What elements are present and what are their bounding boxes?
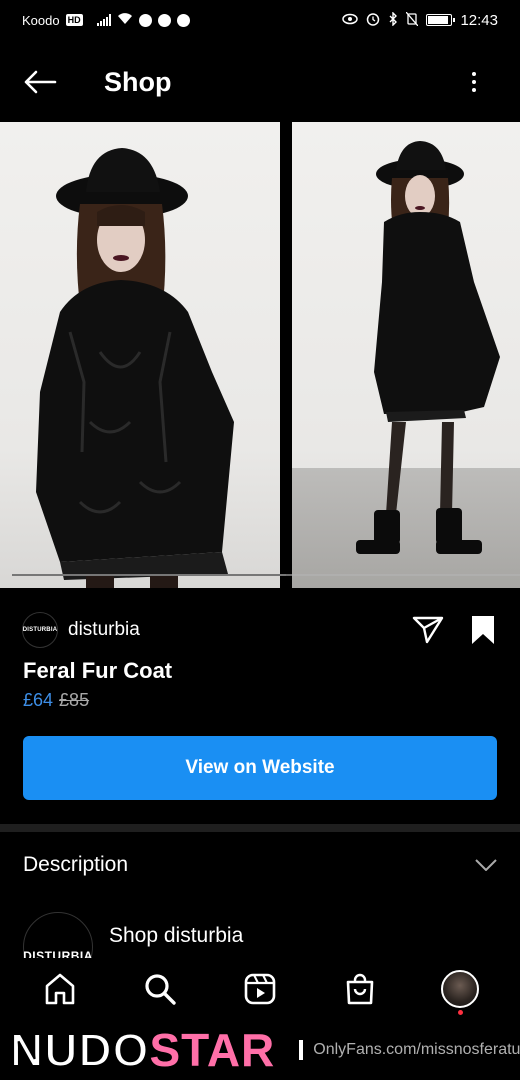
watermark-bar: NUDOSTAR OnlyFans.com/missnosferatu xyxy=(0,1020,520,1080)
network-badge: HD xyxy=(65,14,83,26)
watermark-brand-part1: NUDO xyxy=(9,1023,150,1077)
nav-search[interactable] xyxy=(134,963,186,1015)
watermark-brand: NUDOSTAR xyxy=(9,1023,276,1077)
view-on-website-button[interactable]: View on Website xyxy=(23,736,497,800)
gallery-scroll-track xyxy=(12,574,520,576)
notification-dot xyxy=(458,1010,463,1015)
price-original: £85 xyxy=(59,690,90,710)
shop-link-label: Shop disturbia xyxy=(109,924,244,947)
save-button[interactable] xyxy=(468,612,498,648)
messenger-icon xyxy=(138,13,152,27)
bottom-nav xyxy=(0,958,520,1020)
watermark-url: OnlyFans.com/missnosferatu xyxy=(313,1041,520,1058)
product-gallery[interactable] xyxy=(0,122,520,588)
shopping-bag-icon xyxy=(346,973,374,1005)
status-left: Koodo HD xyxy=(22,12,190,28)
nav-shop[interactable] xyxy=(334,963,386,1015)
bluetooth-icon xyxy=(388,10,398,29)
clock-time: 12:43 xyxy=(460,11,498,29)
app-header: Shop xyxy=(0,52,520,112)
price-sale: £64 xyxy=(23,690,54,710)
description-label: Description xyxy=(23,853,129,876)
gallery-scroll-thumb xyxy=(12,574,287,576)
share-button[interactable] xyxy=(410,612,446,648)
more-dots-icon xyxy=(472,72,476,76)
status-bar: Koodo HD 12:43 xyxy=(0,0,520,40)
search-icon xyxy=(145,974,176,1005)
seller-avatar-text: DISTURBIA xyxy=(22,627,58,633)
seller-name[interactable]: disturbia xyxy=(68,619,140,641)
profile-avatar xyxy=(441,970,479,1008)
eye-icon xyxy=(342,13,359,28)
page-title: Shop xyxy=(104,66,172,97)
product-photo-1[interactable] xyxy=(0,122,280,588)
price-row: £64 £85 xyxy=(23,690,89,711)
reels-icon xyxy=(244,973,276,1005)
alarm-icon xyxy=(366,12,380,29)
nav-recents-icon[interactable] xyxy=(299,1040,304,1060)
status-right: 12:43 xyxy=(342,10,498,29)
product-photo-2[interactable] xyxy=(292,122,520,588)
carrier-label: Koodo xyxy=(22,12,60,28)
mute-icon xyxy=(405,11,419,29)
home-icon xyxy=(45,973,75,1005)
description-row[interactable]: Description xyxy=(23,842,497,888)
watermark-brand-part2: STAR xyxy=(149,1024,276,1076)
seller-row: DISTURBIA disturbia xyxy=(22,610,498,650)
signal-icon xyxy=(96,14,111,26)
section-divider xyxy=(0,824,520,832)
product-title: Feral Fur Coat xyxy=(23,658,173,683)
nav-home[interactable] xyxy=(34,963,86,1015)
model-figure-1 xyxy=(36,148,234,588)
more-options-button[interactable] xyxy=(462,62,486,102)
nav-profile[interactable] xyxy=(434,963,486,1015)
bookmark-icon xyxy=(472,616,494,644)
arrow-left-icon xyxy=(24,70,57,94)
shop-link-row[interactable]: DISTURBIA Shop disturbia xyxy=(23,912,497,982)
send-icon xyxy=(412,616,444,644)
messenger-icon-2 xyxy=(176,13,190,27)
facebook-icon xyxy=(157,13,171,27)
nav-reels[interactable] xyxy=(234,963,286,1015)
battery-icon xyxy=(426,14,456,26)
model-figure-2 xyxy=(356,141,500,554)
chevron-down-icon xyxy=(475,859,497,871)
wifi-icon xyxy=(117,12,133,28)
back-button[interactable] xyxy=(10,52,70,112)
seller-avatar[interactable]: DISTURBIA xyxy=(22,612,58,648)
